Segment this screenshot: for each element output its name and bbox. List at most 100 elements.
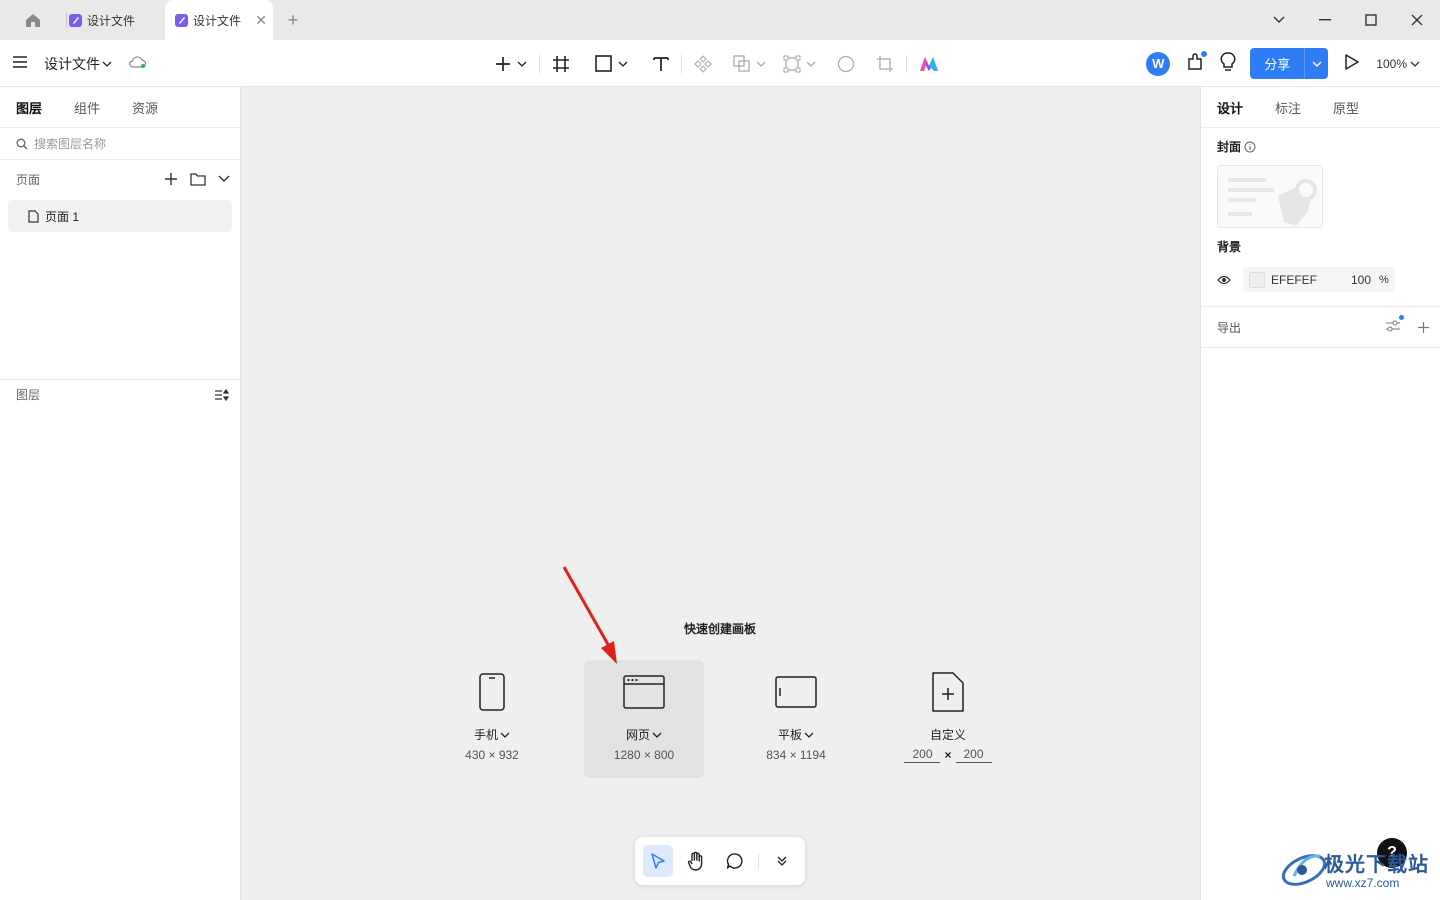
mask-tool-button[interactable] (833, 49, 859, 79)
layers-header: 图层 (0, 379, 240, 409)
preset-tablet[interactable]: 平板 834 × 1194 (736, 660, 856, 778)
tab-annotation[interactable]: 标注 (1275, 98, 1301, 117)
layer-search-input[interactable]: 搜索图层名称 (0, 128, 240, 160)
rectangle-tool-button[interactable] (591, 49, 632, 79)
user-avatar[interactable]: W (1146, 51, 1171, 76)
eye-icon[interactable] (1217, 275, 1231, 285)
path-tool-button[interactable] (779, 49, 820, 79)
chevron-down-icon[interactable] (218, 175, 230, 183)
comment-tool-button[interactable] (720, 845, 750, 877)
background-hex[interactable]: EFEFEF (1271, 273, 1337, 287)
home-icon[interactable] (0, 0, 66, 40)
preset-phone[interactable]: 手机 430 × 932 (432, 660, 552, 778)
custom-width-input[interactable]: 200 (904, 747, 941, 763)
tab-bar: 设计文件 设计文件 ✕ + (0, 0, 1440, 40)
play-icon[interactable] (1344, 53, 1360, 74)
add-export-icon[interactable] (1417, 321, 1430, 334)
design-file-icon (175, 13, 188, 27)
cursor-icon (651, 853, 665, 869)
chevron-down-icon[interactable] (1256, 0, 1302, 40)
cloud-sync-icon[interactable] (128, 55, 148, 72)
new-tab-button[interactable]: + (273, 0, 313, 40)
share-button[interactable]: 分享 (1250, 48, 1305, 79)
component-tool-button[interactable] (690, 49, 716, 79)
canvas[interactable] (241, 87, 1200, 900)
chevron-down-icon[interactable] (500, 732, 510, 738)
opacity-unit: % (1379, 273, 1389, 286)
share-dropdown-button[interactable] (1304, 48, 1329, 79)
tab-design[interactable]: 设计 (1217, 98, 1243, 117)
preset-custom[interactable]: 自定义 200 × 200 (888, 660, 1008, 778)
close-window-icon[interactable] (1394, 0, 1440, 40)
tab-prototype[interactable]: 原型 (1333, 98, 1359, 117)
tab-layers[interactable]: 图层 (16, 98, 42, 117)
preset-web-label: 网页 (625, 728, 650, 742)
tab-components[interactable]: 组件 (74, 98, 100, 117)
export-title: 导出 (1217, 320, 1242, 335)
select-tool-button[interactable] (643, 845, 674, 877)
component-icon (694, 54, 712, 73)
boolean-tool-button[interactable] (729, 49, 770, 79)
document-title-text: 设计文件 (44, 55, 100, 72)
zoom-dropdown[interactable]: 100% (1376, 57, 1420, 71)
crop-tool-button[interactable] (872, 49, 898, 79)
folder-icon[interactable] (190, 172, 206, 186)
hand-icon (688, 851, 703, 871)
background-color-field[interactable]: EFEFEF 100 % (1243, 267, 1395, 292)
minimize-icon[interactable] (1302, 0, 1348, 40)
toolbar-divider (539, 54, 540, 73)
pages-header-label: 页面 (16, 172, 41, 187)
preset-phone-name: 手机 (474, 726, 510, 743)
export-section: 导出 (1201, 306, 1440, 348)
maximize-icon[interactable] (1348, 0, 1394, 40)
tab-design-file-1[interactable]: 设计文件 (67, 0, 165, 40)
background-color-swatch[interactable] (1249, 271, 1265, 288)
toolbar-divider (757, 853, 759, 869)
quick-create-title: 快速创建画板 (683, 622, 756, 636)
frame-tool-button[interactable] (548, 49, 574, 79)
search-icon (16, 138, 28, 149)
sort-layers-icon[interactable] (214, 388, 230, 401)
tab-label: 设计文件 (193, 13, 242, 28)
ai-plugin-button[interactable] (915, 49, 943, 79)
background-section-title: 背景 (1217, 240, 1242, 254)
toolbar-divider (681, 54, 682, 73)
preset-web[interactable]: 网页 1280 × 800 (584, 660, 704, 778)
tab-assets[interactable]: 资源 (132, 98, 158, 117)
tab-close-icon[interactable]: ✕ (255, 13, 267, 27)
rectangle-icon (595, 55, 612, 72)
frame-icon (553, 55, 569, 72)
more-tools-button[interactable] (767, 845, 797, 877)
add-tool-button[interactable] (490, 49, 531, 79)
lightbulb-icon[interactable] (1220, 52, 1236, 75)
plus-icon (496, 56, 510, 71)
chevron-down-icon[interactable] (804, 732, 814, 738)
hand-tool-button[interactable] (681, 845, 711, 877)
plugin-icon[interactable] (1186, 51, 1208, 75)
background-opacity[interactable]: 100 (1343, 273, 1371, 287)
add-page-icon[interactable] (164, 172, 178, 186)
cover-thumbnail[interactable] (1217, 165, 1323, 228)
text-tool-button[interactable] (649, 49, 673, 79)
right-panel: 设计 标注 原型 封面 背景 EFEFEF 100 % 导出 (1200, 87, 1440, 900)
document-title[interactable]: 设计文件 (44, 54, 112, 74)
tab-design-file-2[interactable]: 设计文件 ✕ (165, 0, 273, 40)
custom-height-input[interactable]: 200 (955, 747, 992, 763)
cover-placeholder-icon (1228, 178, 1317, 226)
text-icon (653, 56, 669, 71)
page-item[interactable]: 页面 1 (8, 200, 232, 232)
chevron-down-icon (1410, 61, 1420, 67)
right-panel-tabs: 设计 标注 原型 (1201, 87, 1440, 128)
preset-web-size: 1280 × 800 (613, 748, 675, 762)
watermark-text: 极光下载站 (1324, 854, 1429, 876)
chevron-down-icon[interactable] (652, 732, 662, 738)
layers-header-label: 图层 (16, 388, 41, 402)
phone-icon (479, 673, 505, 711)
menu-icon[interactable] (12, 55, 28, 72)
info-icon[interactable] (1244, 141, 1256, 153)
export-settings-icon[interactable] (1385, 314, 1404, 336)
